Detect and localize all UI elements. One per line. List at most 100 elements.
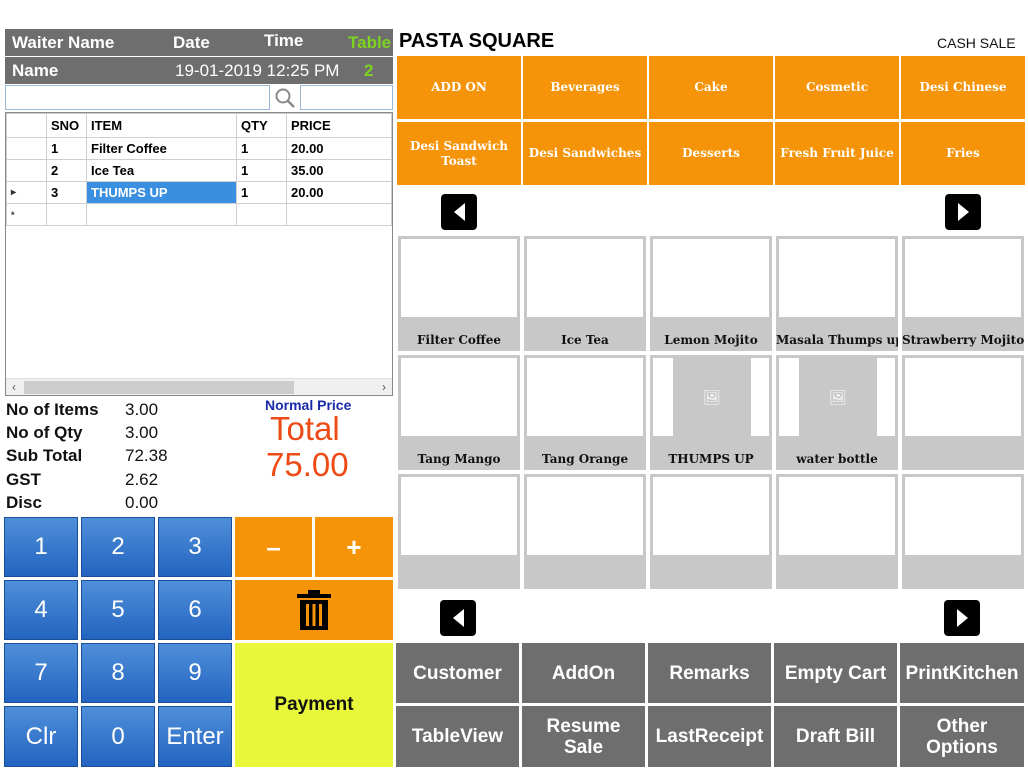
category-desi-sandwiches[interactable]: Desi Sandwiches (523, 122, 647, 185)
product-name: water bottle (796, 452, 878, 466)
product-tile[interactable]: Tang Mango (398, 355, 520, 470)
category-cosmetic[interactable]: Cosmetic (775, 56, 899, 119)
table-row[interactable]: 1 Filter Coffee 1 20.00 (6, 137, 392, 160)
product-image (779, 477, 895, 555)
key-6[interactable]: 6 (158, 580, 232, 640)
cell-empty[interactable] (286, 203, 392, 226)
product-tile[interactable]: Masala Thumps up (776, 236, 898, 351)
secondary-input[interactable] (300, 85, 393, 110)
cell-price[interactable]: 20.00 (286, 137, 392, 160)
scroll-left-icon[interactable]: ‹ (6, 379, 22, 396)
category-add-on[interactable]: ADD ON (397, 56, 521, 119)
product-tile[interactable] (902, 355, 1024, 470)
order-grid[interactable]: SNO ITEM QTY PRICE 1 Filter Coffee 1 20.… (5, 112, 393, 396)
product-tile[interactable] (650, 474, 772, 589)
category-fresh-fruit-juice[interactable]: Fresh Fruit Juice (775, 122, 899, 185)
product-tile[interactable]: Lemon Mojito (650, 236, 772, 351)
key-1[interactable]: 1 (4, 517, 78, 577)
cell-price[interactable]: 35.00 (286, 159, 392, 182)
product-name: Strawberry Mojito (902, 333, 1024, 347)
product-tile[interactable]: Tang Orange (524, 355, 646, 470)
table-view-button[interactable]: TableView (396, 706, 519, 767)
new-row-marker[interactable]: * (6, 203, 47, 226)
customer-button[interactable]: Customer (396, 643, 519, 703)
col-price[interactable]: PRICE (286, 113, 392, 138)
product-tile[interactable] (776, 474, 898, 589)
empty-cart-button[interactable]: Empty Cart (774, 643, 897, 703)
key-clear[interactable]: Clr (4, 706, 78, 767)
key-4[interactable]: 4 (4, 580, 78, 640)
cell-item[interactable]: Ice Tea (86, 159, 237, 182)
cell-qty[interactable]: 1 (236, 137, 287, 160)
product-tile[interactable]: Ice Tea (524, 236, 646, 351)
key-0[interactable]: 0 (81, 706, 155, 767)
cell-sno[interactable]: 3 (46, 181, 87, 204)
draft-bill-button[interactable]: Draft Bill (774, 706, 897, 767)
product-next-button[interactable] (944, 600, 980, 636)
resume-sale-button[interactable]: Resume Sale (522, 706, 645, 767)
cell-price[interactable]: 20.00 (286, 181, 392, 204)
cell-sno[interactable]: 2 (46, 159, 87, 182)
table-row-selected[interactable]: ▸ 3 THUMPS UP 1 20.00 (6, 181, 392, 204)
total-value: 75.00 (266, 446, 349, 483)
search-input[interactable] (5, 85, 270, 110)
product-tile[interactable]: Strawberry Mojito (902, 236, 1024, 351)
category-next-button[interactable] (945, 194, 981, 230)
cell-empty[interactable] (46, 203, 87, 226)
addon-button[interactable]: AddOn (522, 643, 645, 703)
category-desi-chinese[interactable]: Desi Chinese (901, 56, 1025, 119)
product-tile[interactable] (902, 474, 1024, 589)
cell-sno[interactable]: 1 (46, 137, 87, 160)
disc-label: Disc (6, 493, 42, 512)
product-name: THUMPS UP (668, 452, 754, 466)
col-item[interactable]: ITEM (86, 113, 237, 138)
arrow-left-icon (453, 203, 465, 221)
product-image (401, 239, 517, 317)
product-prev-button[interactable] (440, 600, 476, 636)
other-options-button[interactable]: Other Options (900, 706, 1024, 767)
remarks-button[interactable]: Remarks (648, 643, 771, 703)
key-3[interactable]: 3 (158, 517, 232, 577)
key-2[interactable]: 2 (81, 517, 155, 577)
cell-item[interactable]: Filter Coffee (86, 137, 237, 160)
row-header[interactable] (6, 159, 47, 182)
key-9[interactable]: 9 (158, 643, 232, 703)
cell-qty[interactable]: 1 (236, 181, 287, 204)
delete-button[interactable] (235, 580, 393, 640)
print-kitchen-button[interactable]: PrintKitchen (900, 643, 1024, 703)
key-enter[interactable]: Enter (158, 706, 232, 767)
product-tile[interactable]: Filter Coffee (398, 236, 520, 351)
category-cake[interactable]: Cake (649, 56, 773, 119)
search-icon[interactable] (271, 85, 299, 110)
product-tile[interactable]: 🖼 water bottle (776, 355, 898, 470)
scroll-thumb[interactable] (24, 381, 294, 394)
payment-button[interactable]: Payment (235, 643, 393, 767)
key-8[interactable]: 8 (81, 643, 155, 703)
table-row-new[interactable]: * (6, 203, 392, 226)
category-desserts[interactable]: Desserts (649, 122, 773, 185)
horizontal-scrollbar[interactable]: ‹ › (6, 378, 392, 395)
category-prev-button[interactable] (441, 194, 477, 230)
last-receipt-button[interactable]: LastReceipt (648, 706, 771, 767)
product-tile[interactable] (524, 474, 646, 589)
table-row[interactable]: 2 Ice Tea 1 35.00 (6, 159, 392, 182)
scroll-right-icon[interactable]: › (376, 379, 392, 396)
cell-qty[interactable]: 1 (236, 159, 287, 182)
minus-button[interactable]: – (235, 517, 312, 577)
product-tile[interactable]: 🖼 THUMPS UP (650, 355, 772, 470)
row-header[interactable] (6, 137, 47, 160)
cell-empty[interactable] (236, 203, 287, 226)
category-desi-sandwich-toast[interactable]: Desi Sandwich Toast (397, 122, 521, 185)
category-fries[interactable]: Fries (901, 122, 1025, 185)
cell-item[interactable]: THUMPS UP (86, 181, 237, 204)
plus-button[interactable]: + (315, 517, 393, 577)
category-beverages[interactable]: Beverages (523, 56, 647, 119)
product-tile[interactable] (398, 474, 520, 589)
cell-empty[interactable] (86, 203, 237, 226)
gst-label: GST (6, 470, 41, 489)
col-sno[interactable]: SNO (46, 113, 87, 138)
key-7[interactable]: 7 (4, 643, 78, 703)
current-row-marker[interactable]: ▸ (6, 181, 47, 204)
key-5[interactable]: 5 (81, 580, 155, 640)
col-qty[interactable]: QTY (236, 113, 287, 138)
